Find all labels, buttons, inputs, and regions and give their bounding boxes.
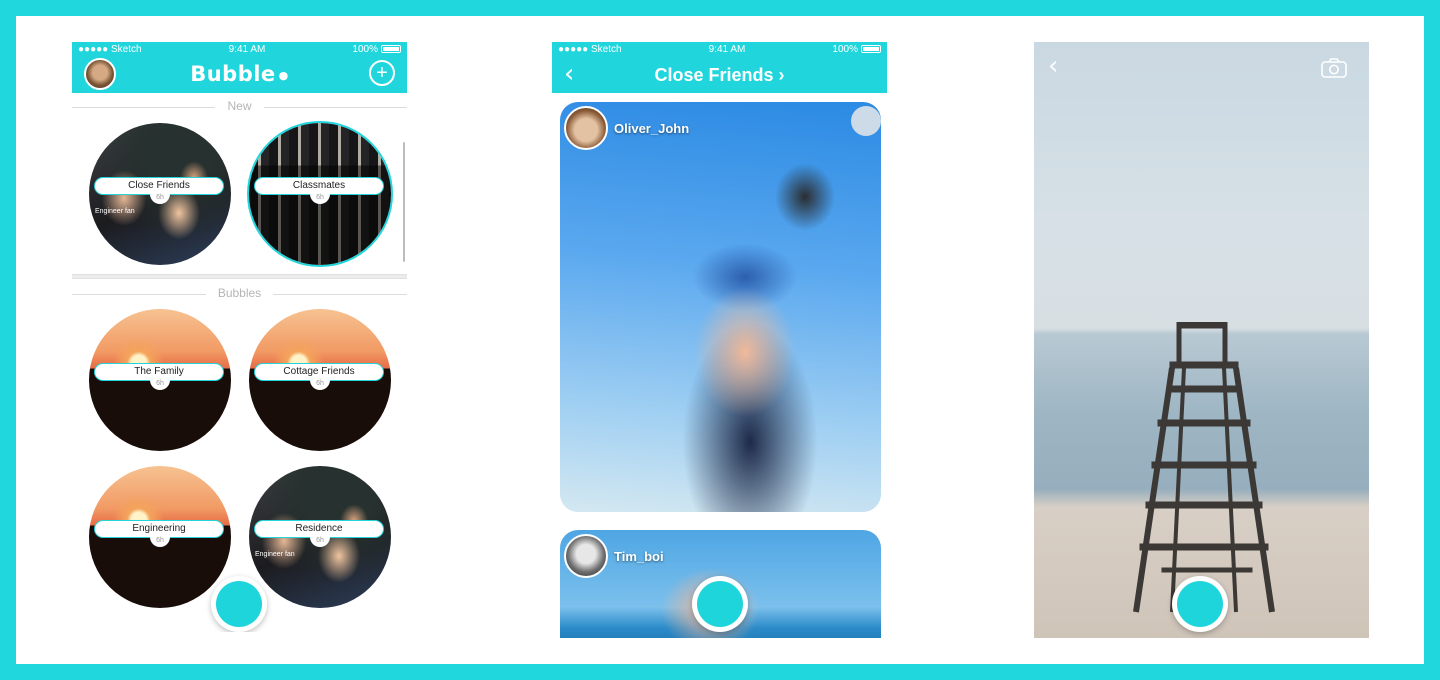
home-navbar: Bubble ● +: [72, 56, 407, 93]
status-bar: ●●●●● Sketch 9:41 AM 100%: [552, 42, 887, 56]
app-showcase: ●●●●● Sketch 9:41 AM 100% Bubble ● + New …: [16, 16, 1424, 664]
clock: 9:41 AM: [228, 43, 266, 55]
bubble-residence[interactable]: Residence 6h Engineer fan: [249, 466, 391, 608]
section-bubbles-header: Bubbles: [72, 286, 407, 304]
record-button[interactable]: [692, 576, 748, 632]
author-avatar[interactable]: [564, 534, 608, 578]
author-name: Oliver_John: [614, 120, 690, 136]
bubble-caption: Engineer fan: [255, 551, 295, 558]
bubble-title[interactable]: Close Friends ›: [552, 65, 887, 86]
scrollbar[interactable]: [403, 142, 405, 262]
author-avatar[interactable]: [564, 106, 608, 150]
author-name: Tim_boi: [614, 548, 664, 564]
post-author[interactable]: Tim_boi: [564, 534, 664, 578]
record-button[interactable]: [211, 576, 267, 632]
play-icon: [249, 123, 279, 153]
back-icon[interactable]: ‹: [1048, 52, 1058, 80]
section-bubbles-label: Bubbles: [205, 286, 274, 300]
clock: 9:41 AM: [708, 43, 746, 55]
home-screen: ●●●●● Sketch 9:41 AM 100% Bubble ● + New …: [72, 42, 407, 632]
carrier-label: ●●●●● Sketch: [558, 43, 622, 55]
carrier-label: ●●●●● Sketch: [78, 43, 142, 55]
unread-badge-icon: 3: [201, 123, 231, 153]
section-separator: [72, 274, 407, 279]
bubble-close-friends[interactable]: Close Friends 6h Engineer fan 3: [89, 123, 231, 265]
bubble-cottage-friends[interactable]: Cottage Friends 6h: [249, 309, 391, 451]
bubble-caption: Engineer fan: [95, 208, 135, 215]
bubble-time: 6h: [310, 378, 330, 390]
battery-indicator: 100%: [832, 44, 881, 55]
app-title: Bubble ●: [72, 62, 407, 86]
battery-icon: [861, 44, 881, 53]
bubbles-logo-icon: ●: [278, 68, 289, 82]
status-bar: ●●●●● Sketch 9:41 AM 100%: [72, 42, 407, 56]
bubble-the-family[interactable]: The Family 6h: [89, 309, 231, 451]
battery-percent: 100%: [352, 43, 378, 55]
section-new-label: New: [215, 99, 264, 113]
parachute-decoration: [851, 106, 881, 136]
unread-count: 3: [218, 128, 225, 142]
bubble-time: 6h: [150, 192, 170, 204]
bubble-time: 6h: [150, 535, 170, 547]
post-card[interactable]: Oliver_John: [560, 102, 881, 512]
record-button[interactable]: [1172, 576, 1228, 632]
post-author[interactable]: Oliver_John: [564, 106, 689, 150]
camera-screen: ‹: [1034, 42, 1369, 638]
feed-screen: ●●●●● Sketch 9:41 AM 100% ‹ Close Friend…: [552, 42, 887, 638]
bubble-time: 6h: [150, 378, 170, 390]
battery-indicator: 100%: [352, 44, 401, 55]
bubble-time: 6h: [310, 192, 330, 204]
bubble-time: 6h: [310, 535, 330, 547]
add-bubble-button[interactable]: +: [369, 60, 395, 86]
battery-percent: 100%: [832, 43, 858, 55]
home-header: ●●●●● Sketch 9:41 AM 100% Bubble ● +: [72, 42, 407, 93]
bubble-classmates[interactable]: Classmates 6h: [249, 123, 391, 265]
bubble-engineering[interactable]: Engineering 6h: [89, 466, 231, 608]
lifeguard-tower: [1133, 322, 1275, 613]
feed-header: ●●●●● Sketch 9:41 AM 100% ‹ Close Friend…: [552, 42, 887, 93]
battery-icon: [381, 44, 401, 53]
camera-flip-icon[interactable]: [1321, 58, 1347, 78]
section-new-header: New: [72, 99, 407, 117]
app-title-text: Bubble: [190, 62, 276, 86]
feed-navbar: ‹ Close Friends ›: [552, 56, 887, 93]
